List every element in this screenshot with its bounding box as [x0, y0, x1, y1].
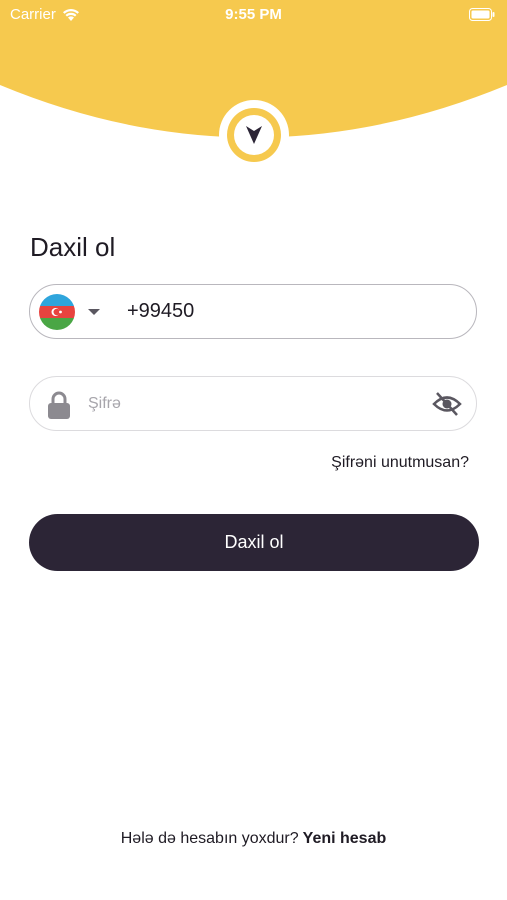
- eye-off-icon[interactable]: [432, 391, 462, 417]
- login-screen: Carrier 9:55 PM Daxil ol +99450 Şifrə Şi…: [0, 0, 507, 900]
- forgot-password-link[interactable]: Şifrəni unutmusan?: [331, 454, 469, 472]
- no-account-text: Hələ də hesabın yoxdur?: [120, 830, 299, 847]
- app-logo: [219, 100, 289, 170]
- phone-field[interactable]: +99450: [29, 284, 477, 339]
- battery-icon: [469, 8, 495, 25]
- azerbaijan-flag-icon[interactable]: [39, 294, 75, 330]
- footer: Hələ də hesabın yoxdur? Yeni hesab: [0, 830, 507, 848]
- lock-icon: [48, 391, 70, 419]
- password-field[interactable]: Şifrə: [29, 376, 477, 431]
- navigation-arrow-icon: [246, 126, 262, 144]
- signup-link[interactable]: Yeni hesab: [303, 830, 387, 847]
- page-title: Daxil ol: [30, 232, 116, 262]
- login-button[interactable]: Daxil ol: [29, 514, 479, 571]
- password-input[interactable]: Şifrə: [88, 395, 121, 413]
- logo-core: [234, 115, 274, 155]
- phone-input[interactable]: +99450: [127, 300, 194, 323]
- status-time: 9:55 PM: [225, 6, 282, 23]
- country-dropdown-chevron-icon[interactable]: [88, 309, 100, 315]
- logo-ring: [227, 108, 281, 162]
- status-bar: Carrier 9:55 PM: [0, 0, 507, 30]
